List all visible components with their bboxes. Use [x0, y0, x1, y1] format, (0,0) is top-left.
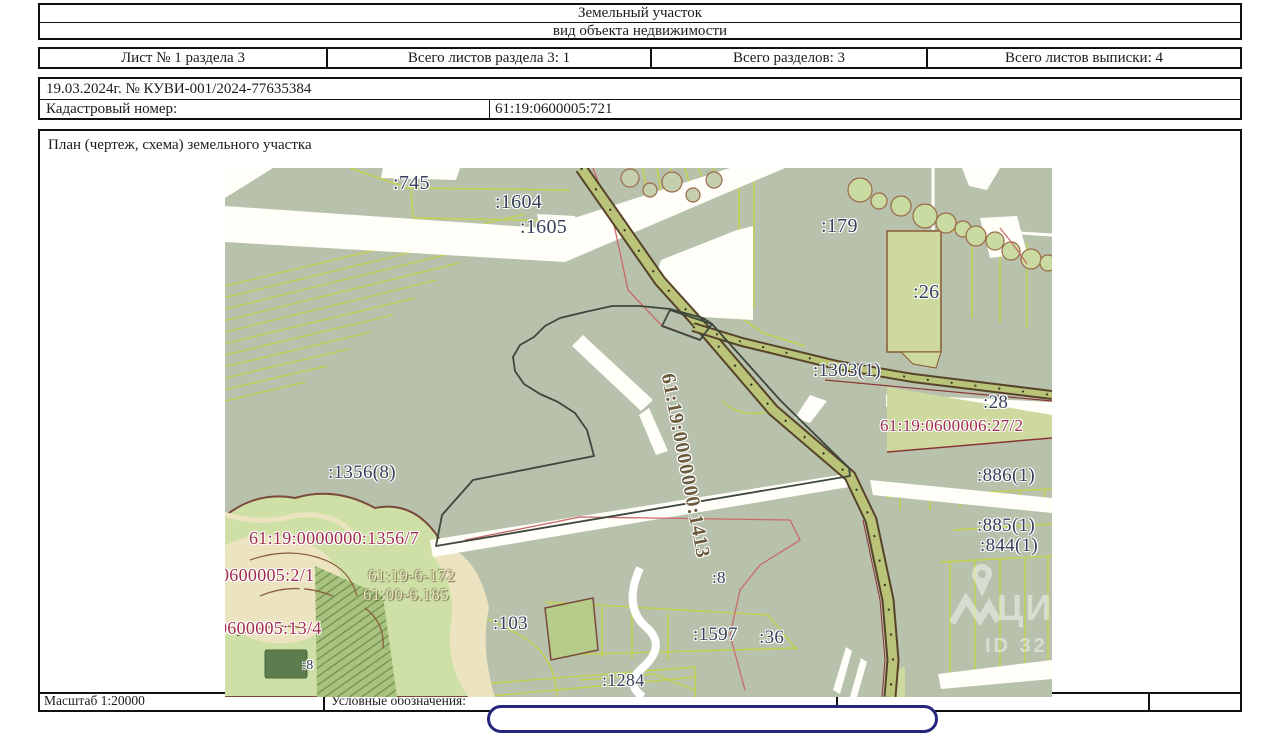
stamp-outline	[487, 705, 938, 733]
sheet-number-cell: Лист № 1 раздела 3	[40, 49, 328, 67]
cadastral-map: ЦИАН ID 32 :745:1604:1605:179:26:1303(1)…	[225, 168, 1052, 697]
watermark-brand: ЦИАН	[997, 587, 1052, 628]
map-drawing: ЦИАН ID 32	[225, 168, 1052, 697]
plan-title: План (чертеж, схема) земельного участка	[48, 137, 312, 154]
page: { "header": { "object_type": "Земельный …	[0, 0, 1280, 715]
cadastral-number-value: 61:19:0600005:721	[490, 100, 1240, 119]
watermark: ЦИАН ID 32	[952, 567, 1052, 657]
empty-cell	[1150, 694, 1240, 710]
sheet-info-row: Лист № 1 раздела 3 Всего листов раздела …	[38, 47, 1242, 69]
object-type-title: Земельный участок	[40, 5, 1240, 23]
section-sheets-cell: Всего листов раздела 3: 1	[328, 49, 652, 67]
object-type-caption: вид объекта недвижимости	[40, 23, 1240, 40]
extract-sheets-cell: Всего листов выписки: 4	[928, 49, 1240, 67]
object-type-box: Земельный участок вид объекта недвижимос…	[38, 3, 1242, 40]
extract-date-number: 19.03.2024г. № КУВИ-001/2024-77635384	[40, 79, 1240, 100]
extract-info-box: 19.03.2024г. № КУВИ-001/2024-77635384 Ка…	[38, 77, 1242, 120]
cadastral-number-label: Кадастровый номер:	[40, 100, 490, 119]
sections-total-cell: Всего разделов: 3	[652, 49, 928, 67]
watermark-id: ID 32	[985, 635, 1048, 657]
